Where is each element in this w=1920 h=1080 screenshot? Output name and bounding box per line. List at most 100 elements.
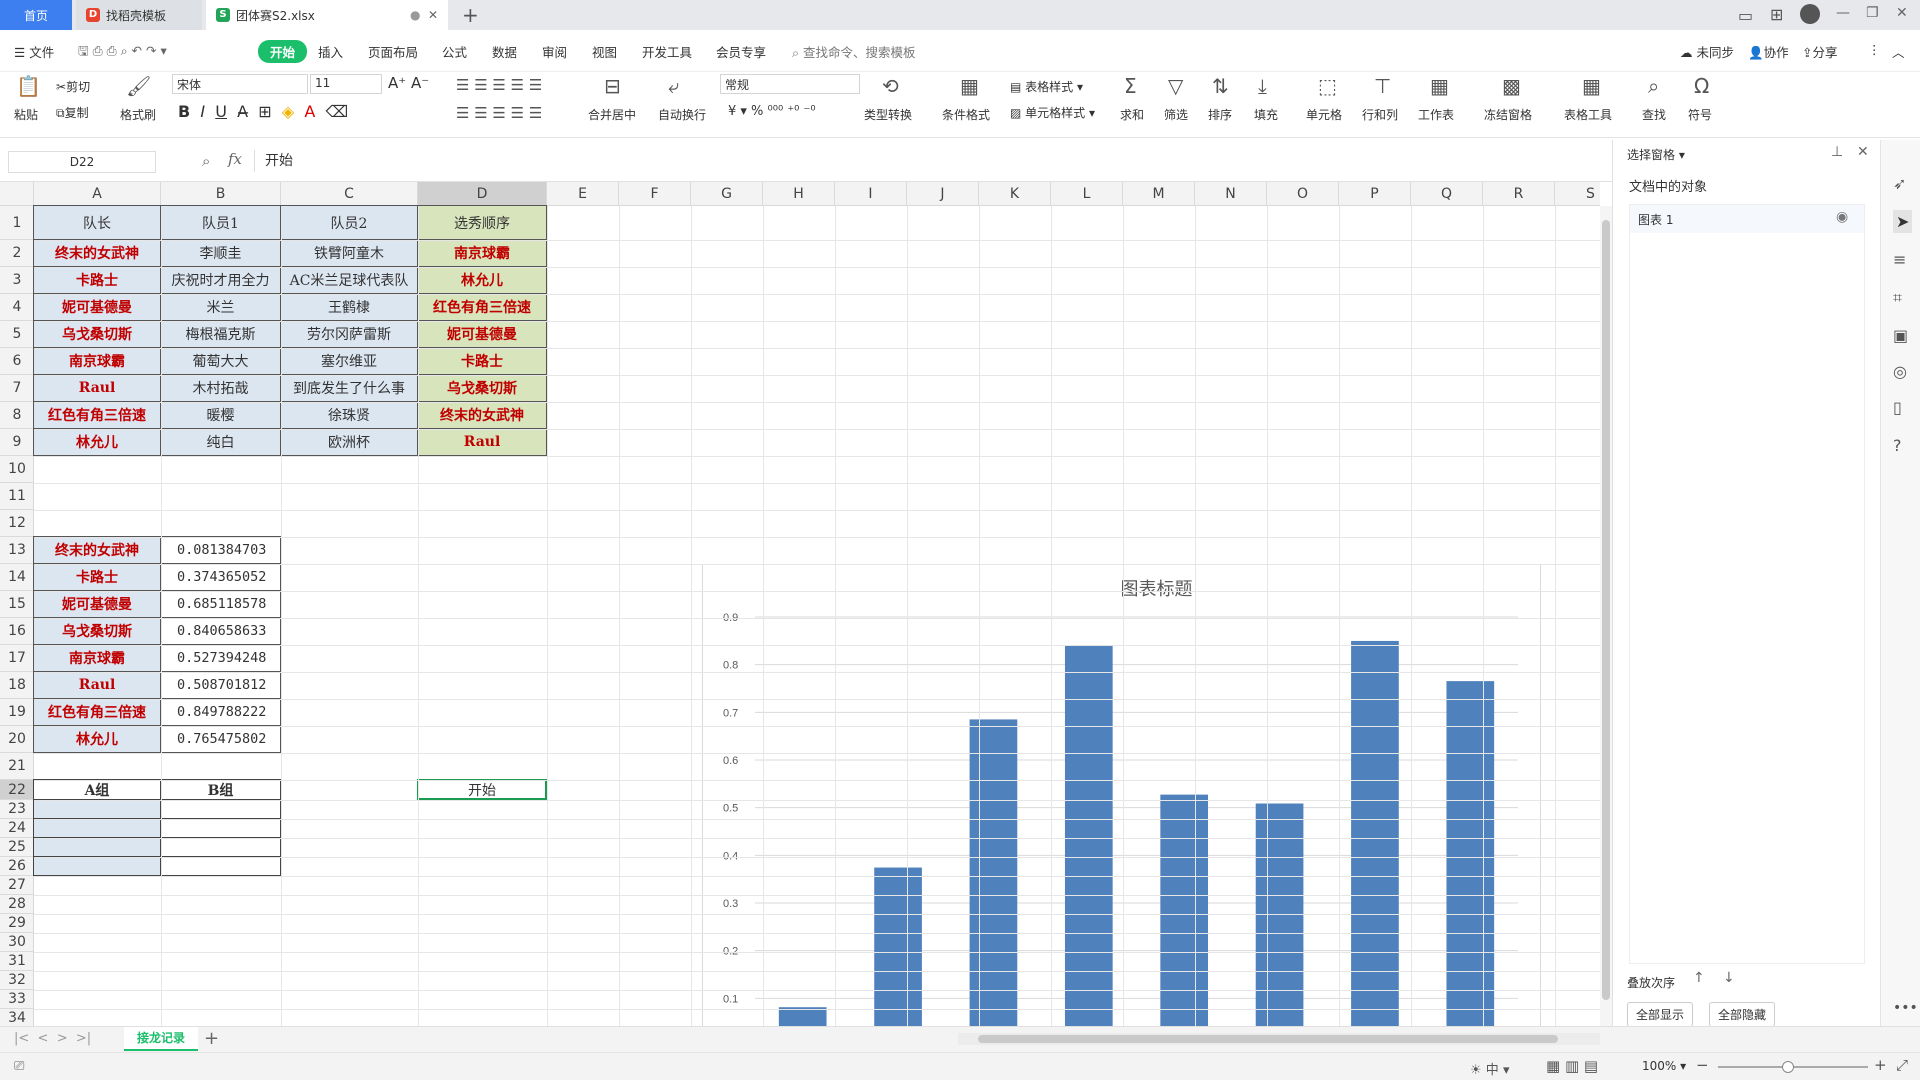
fill-icon[interactable]: ⤓ bbox=[1258, 76, 1267, 96]
table-tools-button[interactable]: 表格工具 bbox=[1564, 106, 1612, 123]
find-icon[interactable]: ⌕ bbox=[1648, 76, 1659, 96]
merge-button[interactable]: 合并居中 bbox=[588, 106, 636, 123]
freeze-button[interactable]: 冻结窗格 bbox=[1484, 106, 1532, 123]
row-header-19[interactable]: 19 bbox=[0, 699, 34, 726]
col-header-N[interactable]: N bbox=[1195, 182, 1267, 206]
score-name-cell[interactable]: 南京球霸 bbox=[33, 644, 161, 672]
col-header-G[interactable]: G bbox=[691, 182, 763, 206]
move-up-icon[interactable]: ↑ bbox=[1693, 970, 1705, 986]
tab-file[interactable]: S 团体赛S2.xlsx ● ✕ bbox=[206, 0, 448, 30]
row-header-26[interactable]: 26 bbox=[0, 857, 34, 876]
file-menu[interactable]: ☰ 文件 bbox=[14, 42, 54, 61]
row-header-29[interactable]: 29 bbox=[0, 914, 34, 933]
row-header-4[interactable]: 4 bbox=[0, 294, 34, 321]
convert-icon[interactable]: ⟲ bbox=[882, 76, 899, 96]
sliders-icon[interactable]: ≡ bbox=[1893, 250, 1906, 269]
font-name-select[interactable]: 宋体 bbox=[172, 74, 308, 94]
group-b-cell[interactable] bbox=[160, 818, 281, 838]
table-cell[interactable]: Raul bbox=[417, 428, 547, 456]
score-value-cell[interactable]: 0.508701812 bbox=[160, 671, 281, 699]
number-buttons[interactable]: ¥ ▾ % ⁰⁰⁰ ⁺⁰ ⁻⁰ bbox=[728, 104, 816, 119]
table-cell[interactable]: 乌戈桑切斯 bbox=[33, 320, 161, 348]
col-header-I[interactable]: I bbox=[835, 182, 907, 206]
row-header-30[interactable]: 30 bbox=[0, 933, 34, 952]
tab-template[interactable]: D 找稻壳模板 bbox=[76, 0, 202, 30]
col-header-L[interactable]: L bbox=[1051, 182, 1123, 206]
command-search[interactable]: ⌕ 查找命令、搜索模板 bbox=[792, 42, 916, 61]
pin-icon[interactable]: ⊥ bbox=[1831, 144, 1843, 160]
row-header-9[interactable]: 9 bbox=[0, 429, 34, 456]
table-cell[interactable]: 妮可基德曼 bbox=[417, 320, 547, 348]
eye-icon[interactable]: ◉ bbox=[1836, 209, 1848, 225]
table-cell[interactable]: 红色有角三倍速 bbox=[33, 401, 161, 429]
wrap-icon[interactable]: ⤶ bbox=[668, 76, 679, 96]
name-box[interactable]: D22 bbox=[8, 151, 156, 173]
macro-icon[interactable]: ⎚ bbox=[14, 1059, 24, 1074]
view-mode-icons[interactable]: ▦ ▥ ▤ bbox=[1546, 1057, 1598, 1075]
score-name-cell[interactable]: 卡路士 bbox=[33, 563, 161, 591]
share-button[interactable]: ⇪分享 bbox=[1802, 42, 1838, 61]
minimize-icon[interactable]: — bbox=[1836, 5, 1850, 21]
avatar[interactable] bbox=[1800, 4, 1820, 24]
more-sidebar-icon[interactable]: ••• bbox=[1893, 1000, 1918, 1016]
collapse-ribbon-icon[interactable]: ︿ bbox=[1892, 42, 1905, 61]
paste-icon[interactable]: 📋 bbox=[16, 76, 41, 96]
move-down-icon[interactable]: ↓ bbox=[1723, 970, 1735, 986]
table-cell[interactable]: 终末的女武神 bbox=[33, 239, 161, 267]
row-header-18[interactable]: 18 bbox=[0, 672, 34, 699]
row-header-12[interactable]: 12 bbox=[0, 510, 34, 537]
more-icon[interactable]: ⋮ bbox=[1868, 42, 1881, 57]
location-icon[interactable]: ◎ bbox=[1893, 362, 1907, 381]
fullscreen-icon[interactable]: ⤢ bbox=[1896, 1056, 1908, 1074]
close-pane-icon[interactable]: ✕ bbox=[1857, 144, 1869, 160]
sum-button[interactable]: 求和 bbox=[1120, 106, 1144, 123]
cell-style-button[interactable]: ▨ 单元格样式 ▾ bbox=[1010, 104, 1095, 121]
table-cell[interactable]: 庆祝时才用全力 bbox=[160, 266, 281, 294]
table-cell[interactable]: 卡路士 bbox=[33, 266, 161, 294]
sheet-tab-active[interactable]: 接龙记录 bbox=[124, 1027, 198, 1051]
sheet-nav-icons[interactable]: |< < > >| bbox=[14, 1031, 91, 1046]
score-value-cell[interactable]: 0.849788222 bbox=[160, 698, 281, 726]
paste-button[interactable]: 粘贴 bbox=[14, 106, 38, 123]
number-format-select[interactable]: 常规 bbox=[720, 74, 860, 94]
table-cell[interactable]: 葡萄大大 bbox=[160, 347, 281, 375]
group-a-cell[interactable] bbox=[33, 837, 161, 857]
col-header-M[interactable]: M bbox=[1123, 182, 1195, 206]
group-a-cell[interactable] bbox=[33, 818, 161, 838]
select-all-corner[interactable] bbox=[0, 182, 34, 206]
table-cell[interactable]: 王鹤棣 bbox=[280, 293, 418, 321]
cond-format-icon[interactable]: ▦ bbox=[960, 76, 979, 96]
close-window-icon[interactable]: ✕ bbox=[1896, 5, 1908, 21]
group-b-cell[interactable] bbox=[160, 799, 281, 819]
col-header-A[interactable]: A bbox=[34, 182, 161, 206]
col-header-O[interactable]: O bbox=[1267, 182, 1339, 206]
row-header-17[interactable]: 17 bbox=[0, 645, 34, 672]
row-header-6[interactable]: 6 bbox=[0, 348, 34, 375]
worksheet-icon[interactable]: ▦ bbox=[1430, 76, 1449, 96]
score-value-cell[interactable]: 0.527394248 bbox=[160, 644, 281, 672]
zoom-out-icon[interactable]: − bbox=[1696, 1056, 1709, 1074]
grow-font-icon[interactable]: A⁺ A⁻ bbox=[388, 74, 429, 92]
vertical-scroll-thumb[interactable] bbox=[1602, 220, 1610, 1000]
score-value-cell[interactable]: 0.840658633 bbox=[160, 617, 281, 645]
row-header-7[interactable]: 7 bbox=[0, 375, 34, 402]
spreadsheet-grid[interactable]: A B C D E F G H I J K L M N O P Q R S 12… bbox=[0, 182, 1600, 1026]
align-top-icons[interactable]: ☰ ☰ ☰ ☰ ☰ bbox=[456, 76, 542, 94]
format-painter-button[interactable]: 格式刷 bbox=[120, 106, 156, 123]
menu-start[interactable]: 开始 bbox=[258, 40, 308, 63]
find-button[interactable]: 查找 bbox=[1642, 106, 1666, 123]
rocket-icon[interactable]: ➶ bbox=[1893, 174, 1906, 193]
row-header-28[interactable]: 28 bbox=[0, 895, 34, 914]
table-cell[interactable]: AC米兰足球代表队 bbox=[280, 266, 418, 294]
zoom-slider[interactable] bbox=[1718, 1061, 1868, 1073]
horizontal-scroll-thumb[interactable] bbox=[978, 1035, 1558, 1043]
table-cell[interactable]: 欧洲杯 bbox=[280, 428, 418, 456]
table-header-cell[interactable]: 选秀顺序 bbox=[417, 205, 547, 240]
cell-icon[interactable]: ⬚ bbox=[1318, 76, 1337, 96]
layout-icon[interactable]: ▭ bbox=[1738, 6, 1753, 25]
freeze-icon[interactable]: ▩ bbox=[1502, 76, 1521, 96]
cut-button[interactable]: ✂剪切 bbox=[56, 78, 90, 95]
col-header-S[interactable]: S bbox=[1555, 182, 1600, 206]
image-icon[interactable]: ▣ bbox=[1893, 326, 1908, 345]
menu-review[interactable]: 审阅 bbox=[542, 42, 567, 61]
